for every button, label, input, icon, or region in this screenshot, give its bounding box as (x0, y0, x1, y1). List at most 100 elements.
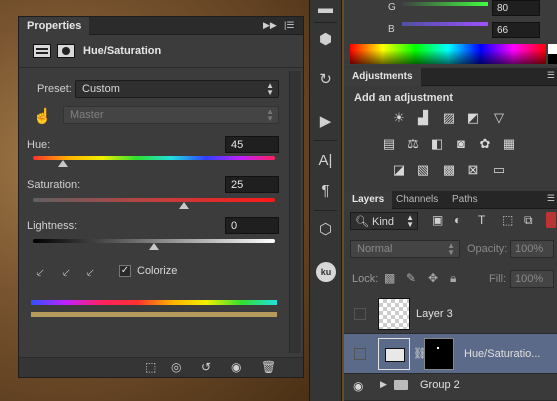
reset-icon[interactable]: ↺ (201, 360, 211, 374)
layer-name[interactable]: Layer 3 (416, 308, 453, 320)
b-channel-input[interactable]: 66 (492, 22, 540, 38)
tab-properties[interactable]: Properties (19, 17, 90, 35)
selective-color-icon[interactable]: ⊠ (464, 162, 482, 178)
panel-menu-icon[interactable]: ☰ (547, 70, 555, 81)
paragraph-icon[interactable]: ¶ (310, 182, 341, 199)
color-balance-icon[interactable]: ⚖ (404, 136, 422, 152)
character-icon[interactable]: A| (310, 152, 341, 169)
hue-label: Hue: (27, 139, 51, 151)
panel-menu-icon[interactable]: ☰ (547, 193, 555, 204)
scrollbar[interactable] (289, 71, 301, 353)
blend-mode-select[interactable]: Normal ▲ ▼ (350, 240, 460, 258)
smart-object-filter-icon[interactable]: ⧉ (524, 213, 533, 228)
history-icon[interactable]: ↻ (310, 70, 341, 88)
collapse-icon[interactable]: ▶▶ (263, 20, 277, 31)
hue-slider-thumb[interactable] (58, 160, 69, 167)
filter-toggle[interactable] (546, 212, 556, 228)
white-swatch[interactable] (548, 44, 557, 54)
layer-name[interactable]: Hue/Saturatio... (464, 348, 540, 360)
opacity-input[interactable]: 100% (510, 240, 554, 258)
invert-icon[interactable]: ◪ (390, 162, 408, 178)
lightness-input[interactable]: 0 (225, 217, 279, 234)
divider (314, 210, 337, 211)
b-channel-slider[interactable] (402, 22, 488, 26)
black-swatch[interactable] (548, 54, 557, 64)
color-lookup-icon[interactable]: ▦ (500, 136, 518, 152)
colorize-checkbox[interactable]: ✓ (119, 265, 131, 277)
g-channel-label: G (388, 2, 396, 13)
posterize-icon[interactable]: ▧ (414, 162, 432, 178)
channel-select[interactable]: Master ▲ ▼ (63, 106, 279, 124)
tab-paths[interactable]: Paths (444, 191, 486, 209)
lock-position-icon[interactable]: ✥ (428, 271, 438, 285)
hue-saturation-icon[interactable]: ▤ (380, 136, 398, 152)
expand-arrow-icon[interactable]: ▶ (380, 379, 387, 390)
select-arrows-icon: ▲ ▼ (266, 107, 274, 123)
adjustment-filter-icon[interactable]: ◐ (454, 213, 461, 227)
hue-input[interactable]: 45 (225, 136, 279, 153)
saturation-slider-thumb[interactable] (179, 202, 190, 209)
layer-row-group[interactable]: ◉ ▶ Group 2 (344, 374, 557, 401)
adjustment-icon[interactable] (33, 44, 51, 58)
fill-input[interactable]: 100% (510, 270, 554, 288)
shape-filter-icon[interactable]: ⬚ (502, 213, 513, 227)
3d-box-icon[interactable]: ⬡ (310, 220, 341, 238)
layer-filter-kind-select[interactable]: 🔍︎ Kind ▲ ▼ (350, 212, 418, 230)
b-channel-label: B (388, 24, 395, 35)
tab-adjustments[interactable]: Adjustments (344, 68, 421, 86)
photo-filter-icon[interactable]: ◙ (452, 136, 470, 152)
gradient-map-icon[interactable]: ▭ (490, 162, 508, 178)
brightness-contrast-icon[interactable]: ☀ (390, 110, 408, 126)
visibility-toggle[interactable] (354, 308, 366, 320)
clip-to-layer-icon[interactable]: ⬚ (145, 360, 156, 374)
saturation-slider-track[interactable] (33, 198, 275, 202)
eyedropper-icon[interactable]: ⸔ (35, 263, 51, 280)
kuler-icon[interactable]: ku (316, 262, 336, 282)
layer-row[interactable]: Layer 3 (344, 294, 557, 334)
trash-icon[interactable]: 🗑 (261, 360, 276, 374)
channel-value: Master (70, 109, 104, 121)
levels-icon[interactable]: ▟ (414, 110, 432, 126)
select-arrows-icon: ▲ ▼ (266, 81, 274, 97)
eye-icon[interactable]: ◉ (353, 379, 363, 393)
pixel-filter-icon[interactable]: ▣ (432, 213, 443, 227)
color-panel: G 80 B 66 (344, 0, 557, 66)
brush-preset-icon[interactable]: ▬ (310, 0, 341, 17)
lock-all-icon[interactable]: 🔒︎ (450, 271, 456, 286)
lightness-label: Lightness: (27, 220, 78, 232)
black-white-icon[interactable]: ◧ (428, 136, 446, 152)
curves-icon[interactable]: ▨ (440, 110, 458, 126)
lock-transparent-icon[interactable]: ▩ (384, 271, 395, 285)
hue-slider-track[interactable] (33, 156, 275, 160)
threshold-icon[interactable]: ▩ (440, 162, 458, 178)
color-spectrum[interactable] (350, 44, 546, 64)
add-adjustment-heading: Add an adjustment (354, 92, 454, 104)
exposure-icon[interactable]: ◩ (464, 110, 482, 126)
tab-channels[interactable]: Channels (388, 191, 446, 209)
lightness-slider-thumb[interactable] (149, 243, 159, 250)
targeted-adjustment-hand-icon[interactable]: ☝ (33, 107, 52, 125)
fill-label: Fill: (489, 273, 507, 285)
mask-icon[interactable] (57, 44, 75, 58)
eyedropper-plus-icon[interactable]: ⸔ (61, 263, 77, 280)
saturation-input[interactable]: 25 (225, 176, 279, 193)
g-channel-input[interactable]: 80 (492, 0, 540, 16)
vibrance-icon[interactable]: ▽ (490, 110, 508, 126)
eyedropper-minus-icon[interactable]: ⸔ (85, 263, 101, 280)
type-filter-icon[interactable]: T (478, 213, 485, 227)
actions-play-icon[interactable]: ▶ (310, 112, 341, 130)
view-previous-state-icon[interactable]: ◎ (171, 360, 181, 374)
divider (314, 22, 337, 23)
channel-mixer-icon[interactable]: ✿ (476, 136, 494, 152)
g-channel-slider[interactable] (402, 2, 488, 6)
layer-row-selected[interactable]: ⛓ Hue/Saturatio... (344, 334, 557, 374)
layer-mask-thumbnail[interactable] (424, 338, 454, 370)
layer-name[interactable]: Group 2 (420, 379, 460, 391)
tab-layers[interactable]: Layers (344, 191, 393, 209)
visibility-toggle[interactable] (354, 348, 366, 360)
visibility-eye-icon[interactable]: ◉ (231, 360, 241, 374)
lock-image-icon[interactable]: ✎ (406, 271, 416, 285)
panel-menu-icon[interactable]: |☰ (284, 20, 294, 31)
3d-cube-icon[interactable]: ⬢ (310, 30, 341, 48)
preset-select[interactable]: Custom ▲ ▼ (75, 80, 279, 98)
